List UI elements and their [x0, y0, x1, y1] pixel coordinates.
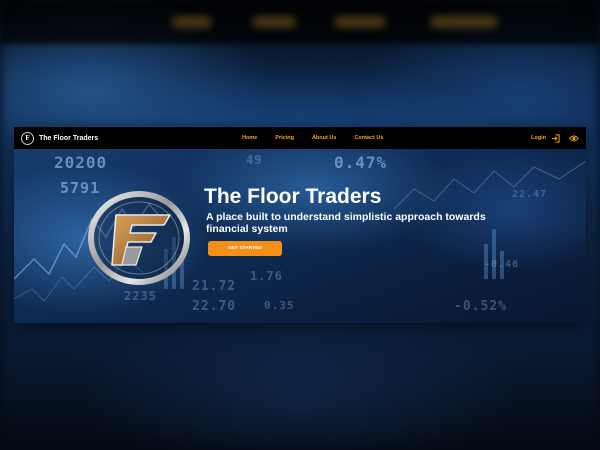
floor-traders-logo-icon: F: [21, 131, 34, 145]
ticker-value: 1.76: [250, 269, 283, 283]
nav-right: Login: [531, 127, 579, 149]
floor-traders-emblem: [86, 185, 192, 291]
ticker-value: 0.35: [264, 299, 295, 312]
website-window: F The Floor Traders Home Pricing About U…: [14, 127, 586, 323]
nav-link-about-us[interactable]: About Us: [312, 135, 336, 141]
blurred-nav-link: [252, 16, 296, 28]
get-started-button[interactable]: GET STARTED: [208, 241, 282, 256]
nav-link-pricing[interactable]: Pricing: [275, 135, 294, 141]
eye-toggle-icon[interactable]: [569, 134, 579, 143]
navbar: F The Floor Traders Home Pricing About U…: [14, 127, 586, 149]
ticker-value: 20200: [54, 153, 108, 172]
login-arrow-icon[interactable]: [551, 133, 560, 143]
ticker-value: 22.70: [192, 299, 237, 314]
login-link[interactable]: Login: [531, 135, 546, 141]
nav-link-contact-us[interactable]: Contact Us: [354, 135, 383, 141]
blurred-background-navbar: [0, 0, 600, 44]
brand[interactable]: F The Floor Traders: [21, 131, 99, 145]
ticker-value: 21.72: [192, 279, 237, 294]
hero-subtitle: A place built to understand simplistic a…: [206, 211, 486, 235]
blurred-nav-link: [334, 16, 386, 28]
blurred-nav-link: [430, 16, 498, 28]
ticker-value: -0.52%: [454, 299, 507, 314]
ticker-value: 49: [246, 153, 263, 167]
ticker-value: 22.47: [512, 189, 548, 200]
nav-link-home[interactable]: Home: [242, 135, 257, 141]
hero-title: The Floor Traders: [204, 185, 382, 208]
ticker-value: 0.47%: [334, 153, 388, 172]
blurred-nav-link: [172, 16, 212, 28]
ticker-value: 2235: [124, 289, 157, 303]
ticker-value: -0.46: [484, 259, 520, 270]
brand-name: The Floor Traders: [39, 134, 99, 142]
hero-section: 20200 5791 0.47% 49 2235 21.72 22.70 1.7…: [14, 149, 586, 323]
nav-links: Home Pricing About Us Contact Us: [242, 127, 401, 149]
